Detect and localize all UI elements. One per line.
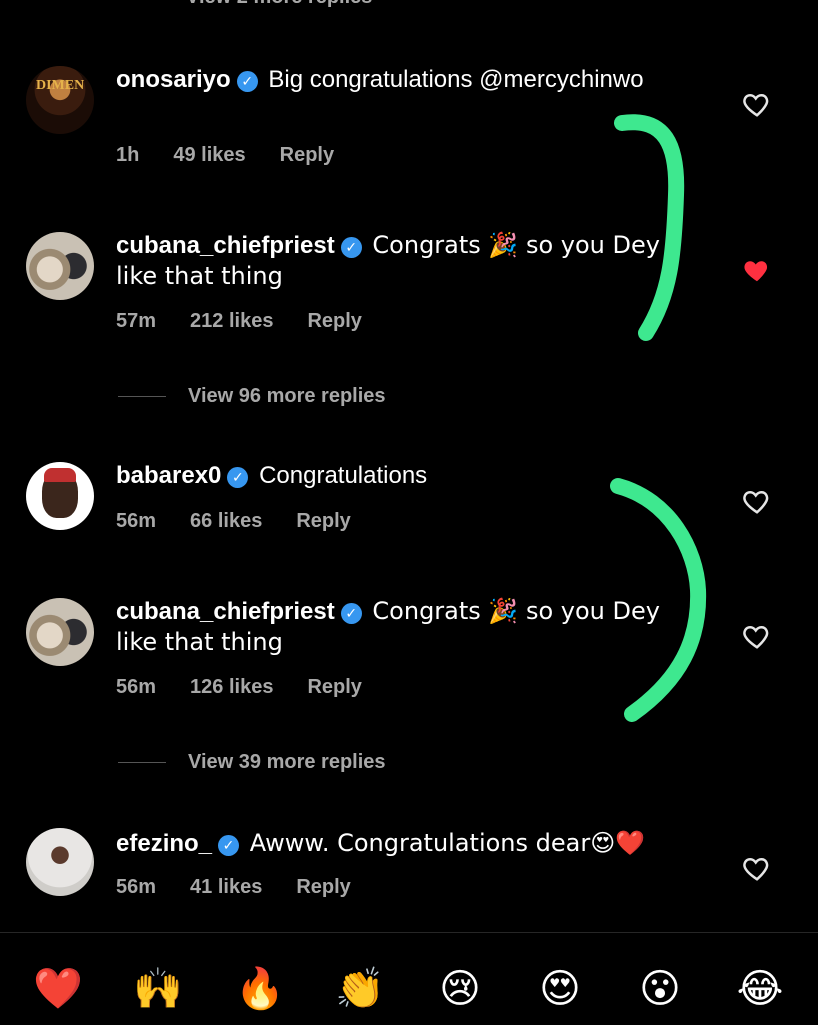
view-more-replies-label[interactable]: View 96 more replies bbox=[188, 385, 386, 407]
comment-likes[interactable]: 66 likes bbox=[190, 510, 262, 532]
avatar-logo-text: DIMEN bbox=[36, 78, 85, 93]
comment-username[interactable]: cubana_chiefpriest bbox=[116, 232, 335, 259]
emoji-crying[interactable]: 😢 bbox=[434, 963, 486, 1015]
reply-button[interactable]: Reply bbox=[296, 510, 350, 532]
comment-meta: 1h 49 likes Reply bbox=[116, 144, 368, 167]
emoji-clapping[interactable]: 👏 bbox=[334, 963, 386, 1015]
comment-text: Big congratulations @mercychinwo bbox=[268, 66, 644, 93]
verified-badge-icon: ✓ bbox=[340, 603, 362, 624]
divider-line bbox=[118, 396, 166, 398]
comment-likes[interactable]: 41 likes bbox=[190, 876, 262, 898]
comment-body: cubana_chiefpriest ✓ Congrats 🎉 so you De… bbox=[116, 596, 668, 658]
comment-time: 56m bbox=[116, 876, 157, 898]
comment-username[interactable]: babarex0 bbox=[116, 462, 221, 489]
divider-line bbox=[118, 762, 166, 764]
comment-time: 57m bbox=[116, 310, 157, 332]
verified-badge-icon: ✓ bbox=[218, 835, 240, 856]
reply-button[interactable]: Reply bbox=[307, 676, 361, 698]
heart-outline-icon[interactable] bbox=[742, 486, 772, 516]
comment-time: 1h bbox=[116, 144, 140, 166]
heart-outline-icon[interactable] bbox=[742, 89, 772, 119]
comment-meta: 56m 66 likes Reply bbox=[116, 510, 385, 533]
view-more-replies[interactable]: View 39 more replies bbox=[118, 751, 386, 774]
view-more-replies[interactable]: View 96 more replies bbox=[118, 385, 386, 408]
comment-body: cubana_chiefpriest ✓ Congrats 🎉 so you De… bbox=[116, 230, 668, 292]
avatar[interactable] bbox=[26, 462, 94, 530]
avatar[interactable]: DIMEN bbox=[26, 66, 94, 134]
emoji-raised-hands[interactable]: 🙌 bbox=[132, 963, 184, 1015]
comment-likes[interactable]: 212 likes bbox=[190, 310, 273, 332]
heart-filled-icon[interactable] bbox=[742, 255, 772, 285]
comment-body: efezino_ ✓ Awww. Congratulations dear😍❤️ bbox=[116, 828, 668, 859]
avatar-cap bbox=[44, 468, 76, 482]
avatar[interactable] bbox=[26, 232, 94, 300]
comment-meta: 57m 212 likes Reply bbox=[116, 310, 396, 333]
view-more-replies-partial[interactable]: View 2 more replies bbox=[186, 0, 372, 9]
reply-button[interactable]: Reply bbox=[296, 876, 350, 898]
comment-body: onosariyo ✓ Big congratulations @mercychi… bbox=[116, 64, 668, 95]
comment-meta: 56m 126 likes Reply bbox=[116, 676, 396, 699]
emoji-surprised[interactable]: 😮 bbox=[634, 963, 686, 1015]
emoji-heart[interactable]: ❤️ bbox=[32, 963, 84, 1015]
emoji-heart-eyes[interactable]: 😍 bbox=[534, 963, 586, 1015]
comment-text: Awww. Congratulations dear😍❤️ bbox=[249, 829, 646, 857]
view-more-replies-label[interactable]: View 39 more replies bbox=[188, 751, 386, 773]
heart-outline-icon[interactable] bbox=[742, 621, 772, 651]
emoji-fire[interactable]: 🔥 bbox=[234, 963, 286, 1015]
reply-button[interactable]: Reply bbox=[307, 310, 361, 332]
comment-username[interactable]: onosariyo bbox=[116, 66, 231, 93]
avatar[interactable] bbox=[26, 598, 94, 666]
emoji-laughing[interactable]: 😂 bbox=[734, 963, 786, 1015]
heart-outline-icon[interactable] bbox=[742, 853, 772, 883]
avatar[interactable] bbox=[26, 828, 94, 896]
comment-likes[interactable]: 49 likes bbox=[173, 144, 245, 166]
comment-text: Congratulations bbox=[259, 462, 428, 489]
comment-likes[interactable]: 126 likes bbox=[190, 676, 273, 698]
comment-username[interactable]: cubana_chiefpriest bbox=[116, 598, 335, 625]
comment-time: 56m bbox=[116, 510, 157, 532]
comment-time: 56m bbox=[116, 676, 157, 698]
comment-meta: 56m 41 likes Reply bbox=[116, 876, 385, 899]
comment-username[interactable]: efezino_ bbox=[116, 830, 212, 857]
verified-badge-icon: ✓ bbox=[340, 237, 362, 258]
emoji-reaction-bar: ❤️ 🙌 🔥 👏 😢 😍 😮 😂 bbox=[0, 932, 818, 1025]
verified-badge-icon: ✓ bbox=[227, 467, 249, 488]
verified-badge-icon: ✓ bbox=[236, 71, 258, 92]
comment-body: babarex0 ✓ Congratulations bbox=[116, 460, 668, 491]
reply-button[interactable]: Reply bbox=[280, 144, 334, 166]
